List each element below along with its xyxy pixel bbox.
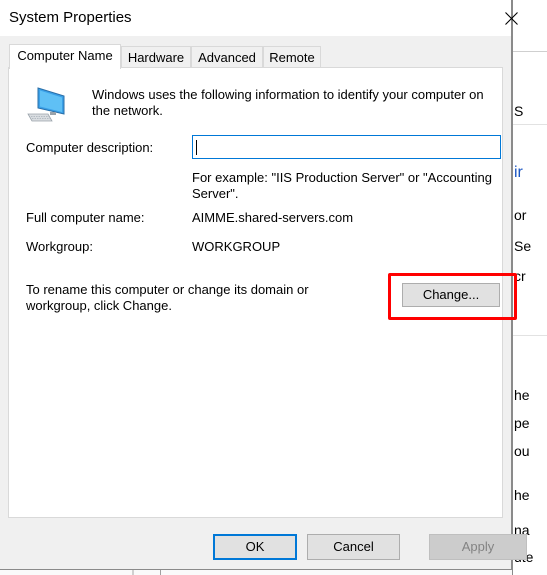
text-caret <box>196 140 197 155</box>
background-divider <box>513 51 547 52</box>
background-text-fragment: ou <box>514 443 530 459</box>
background-text-fragment: S <box>514 103 524 119</box>
background-text-fragment: he <box>514 387 530 403</box>
change-button[interactable]: Change... <box>402 283 500 307</box>
computer-monitor-icon <box>27 87 65 122</box>
background-text-fragment: pe <box>514 415 530 431</box>
ok-button[interactable]: OK <box>213 534 297 560</box>
background-link-fragment: ir <box>514 164 523 181</box>
description-example-text: For example: "IIS Production Server" or … <box>192 170 492 201</box>
background-text-fragment: he <box>514 487 530 503</box>
rename-instructions: To rename this computer or change its do… <box>26 282 309 313</box>
tab-hardware[interactable]: Hardware <box>121 46 191 68</box>
window-title: System Properties <box>9 9 132 26</box>
background-divider <box>513 124 547 125</box>
workgroup-value: WORKGROUP <box>192 239 281 254</box>
background-text-fragment: Se <box>514 238 532 254</box>
background-window-bottom <box>0 570 512 575</box>
tab-remote[interactable]: Remote <box>263 46 321 68</box>
background-text-fragment: cr <box>514 268 526 284</box>
intro-text: Windows uses the following information t… <box>92 87 484 118</box>
background-divider <box>513 335 547 336</box>
close-button[interactable] <box>497 5 525 31</box>
background-text-fragment: or <box>514 207 527 223</box>
title-bar[interactable]: System Properties <box>0 0 518 36</box>
computer-description-label: Computer description: <box>26 140 154 155</box>
apply-button[interactable]: Apply <box>429 534 527 560</box>
tab-computer-name[interactable]: Computer Name <box>9 44 121 69</box>
background-divider <box>132 570 134 575</box>
tab-advanced[interactable]: Advanced <box>191 46 263 68</box>
full-computer-name-value: AIMME.shared-servers.com <box>192 210 354 225</box>
computer-description-input[interactable] <box>192 135 501 159</box>
cancel-button[interactable]: Cancel <box>307 534 400 560</box>
full-computer-name-label: Full computer name: <box>26 210 145 225</box>
system-properties-dialog: System Properties Computer Name Hardware… <box>0 0 527 570</box>
background-divider <box>160 570 161 575</box>
close-x-icon <box>504 11 518 25</box>
workgroup-label: Workgroup: <box>26 239 93 254</box>
